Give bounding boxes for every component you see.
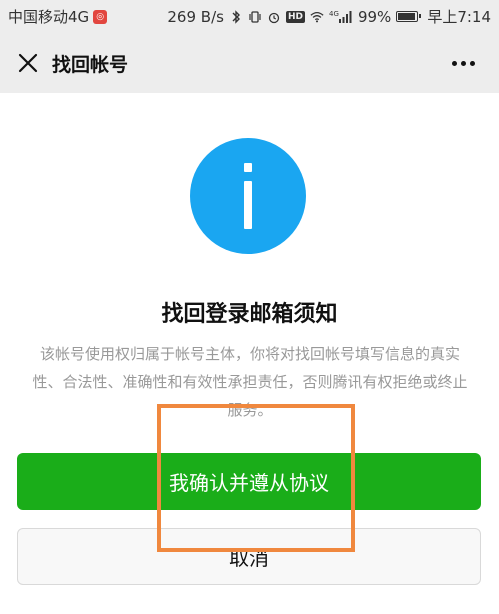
notice-heading: 找回登录邮箱须知 xyxy=(161,302,338,327)
signal-icon: 4G xyxy=(329,10,353,24)
info-icon xyxy=(190,138,306,254)
alarm-icon xyxy=(267,10,281,24)
wifi-icon xyxy=(310,10,324,24)
network-speed: 269 B/s xyxy=(167,7,224,26)
close-button[interactable] xyxy=(6,41,50,85)
battery-icon xyxy=(396,11,422,22)
more-options-button[interactable] xyxy=(441,41,485,85)
hd-icon: HD xyxy=(285,10,305,23)
clock: 早上7:14 xyxy=(427,8,491,26)
vibrate-icon xyxy=(248,10,262,24)
highlight-box xyxy=(157,404,355,552)
bluetooth-icon xyxy=(229,9,243,24)
more-icon xyxy=(451,60,457,66)
carrier-badge-icon: ◎ xyxy=(93,9,108,24)
network-type: 4G xyxy=(329,9,339,18)
page-title: 找回帐号 xyxy=(52,53,129,76)
navigation-bar: 找回帐号 xyxy=(0,33,499,93)
close-icon xyxy=(18,53,38,73)
status-bar: 中国移动4G ◎ 269 B/s HD 4G 99% 早上7:14 xyxy=(0,0,499,33)
carrier-label: 中国移动4G xyxy=(8,8,90,26)
battery-percent: 99% xyxy=(357,7,392,26)
